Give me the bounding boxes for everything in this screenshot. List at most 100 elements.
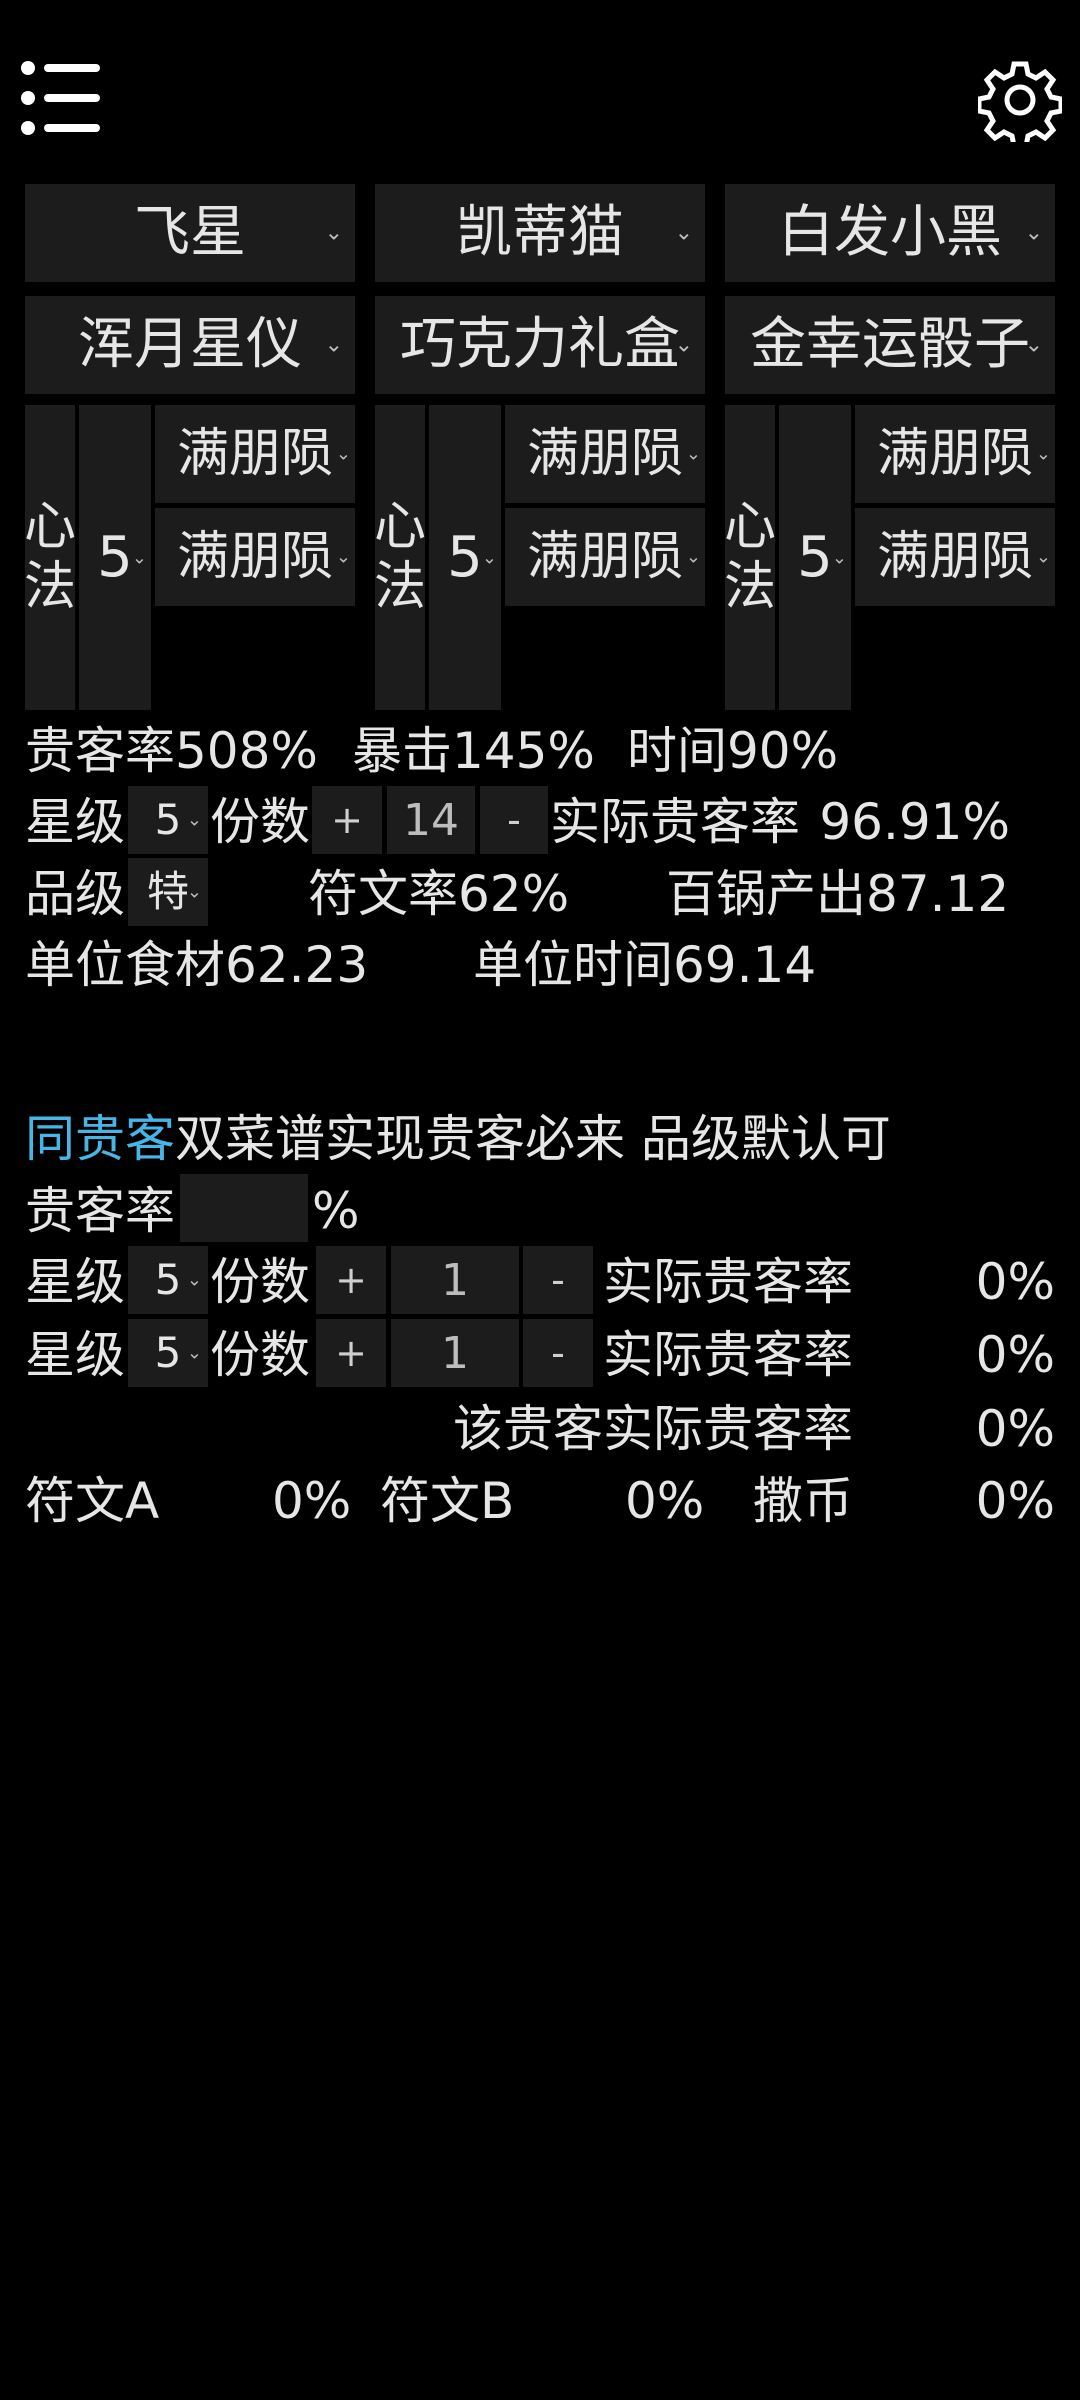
- coin-value: 0%: [975, 1472, 1055, 1530]
- portion-value[interactable]: 1: [391, 1246, 519, 1314]
- chevron-down-icon: ⌄: [335, 546, 351, 568]
- portion-label: 份数: [210, 793, 310, 851]
- chevron-down-icon: ⌄: [186, 1269, 202, 1291]
- portion-minus-button[interactable]: -: [480, 786, 548, 854]
- chevron-down-icon: ⌄: [186, 881, 202, 903]
- portion-plus-button[interactable]: +: [316, 1319, 386, 1387]
- item-select-2[interactable]: 巧克力礼盒 ⌄: [375, 296, 705, 394]
- chevron-down-icon: ⌄: [674, 332, 693, 358]
- chevron-down-icon: ⌄: [674, 220, 693, 246]
- portion-label: 份数: [210, 1326, 310, 1384]
- rune-b-label: 符文B: [380, 1472, 515, 1530]
- skill-select-label: 满朋陨: [876, 424, 1033, 484]
- skill-select[interactable]: 满朋陨 ⌄: [855, 508, 1055, 606]
- xinfa-level-value: 5: [97, 524, 133, 590]
- chef-select-label: 白发小黑: [778, 200, 1002, 265]
- skill-select[interactable]: 满朋陨 ⌄: [155, 405, 355, 503]
- chevron-down-icon: ⌄: [685, 443, 701, 465]
- chevron-down-icon: ⌄: [481, 547, 497, 568]
- star-select[interactable]: 5 ⌄: [128, 786, 208, 854]
- pot-output-text: 百锅产出87.12: [666, 865, 1010, 923]
- chevron-down-icon: ⌄: [324, 332, 343, 358]
- star-label: 星级: [25, 1326, 125, 1384]
- chevron-down-icon: ⌄: [324, 220, 343, 246]
- star-select[interactable]: 5 ⌄: [128, 1246, 208, 1314]
- star-label: 星级: [25, 793, 125, 851]
- chevron-down-icon: ⌄: [335, 443, 351, 465]
- chevron-down-icon: ⌄: [1035, 443, 1051, 465]
- rune-rate-text: 符文率62%: [308, 865, 570, 923]
- grade-label: 品级: [25, 865, 125, 923]
- actual-guest-label: 实际贵客率: [603, 1326, 853, 1384]
- chevron-down-icon: ⌄: [186, 809, 202, 831]
- actual-guest-value: 96.91%: [819, 793, 1010, 851]
- actual-guest-label: 实际贵客率: [603, 1253, 853, 1311]
- star-select-value: 5: [154, 1328, 182, 1377]
- time-text: 时间90%: [627, 722, 839, 780]
- item-select-label: 金幸运骰子: [750, 312, 1030, 377]
- chevron-down-icon: ⌄: [1024, 332, 1043, 358]
- skill-select-label: 满朋陨: [526, 424, 683, 484]
- skill-select[interactable]: 满朋陨 ⌄: [155, 508, 355, 606]
- menu-button[interactable]: [18, 58, 104, 138]
- item-select-label: 巧克力礼盒: [400, 312, 680, 377]
- same-guest-rate-label: 贵客率: [25, 1182, 175, 1240]
- xinfa-level-select[interactable]: 5 ⌄: [79, 405, 151, 710]
- guest-actual-label: 该贵客实际贵客率: [453, 1400, 853, 1458]
- portion-value[interactable]: 14: [387, 786, 475, 854]
- rune-a-value: 0%: [272, 1472, 352, 1530]
- star-select-value: 5: [154, 795, 182, 844]
- chevron-down-icon: ⌄: [186, 1342, 202, 1364]
- actual-guest-label: 实际贵客率: [550, 793, 800, 851]
- guest-rate-text: 贵客率508%: [25, 722, 318, 780]
- item-select-1[interactable]: 浑月星仪 ⌄: [25, 296, 355, 394]
- item-select-3[interactable]: 金幸运骰子 ⌄: [725, 296, 1055, 394]
- portion-plus-button[interactable]: +: [316, 1246, 386, 1314]
- portion-minus-button[interactable]: -: [523, 1319, 593, 1387]
- chevron-down-icon: ⌄: [1035, 546, 1051, 568]
- chef-select-2[interactable]: 凯蒂猫 ⌄: [375, 184, 705, 282]
- chevron-down-icon: ⌄: [1024, 220, 1043, 246]
- chevron-down-icon: ⌄: [131, 547, 147, 568]
- settings-button[interactable]: [976, 58, 1064, 149]
- chevron-down-icon: ⌄: [685, 546, 701, 568]
- skill-select-label: 满朋陨: [176, 527, 333, 587]
- xinfa-label: 心法: [24, 405, 76, 710]
- percent-sign: %: [312, 1182, 360, 1240]
- rune-a-label: 符文A: [25, 1472, 160, 1530]
- skill-select[interactable]: 满朋陨 ⌄: [505, 405, 705, 503]
- chef-select-3[interactable]: 白发小黑 ⌄: [725, 184, 1055, 282]
- actual-guest-value: 0%: [975, 1326, 1055, 1384]
- xinfa-level-select[interactable]: 5 ⌄: [779, 405, 851, 710]
- xinfa-level-value: 5: [797, 524, 833, 590]
- star-select-value: 5: [154, 1255, 182, 1304]
- same-guest-title-rest: 双菜谱实现贵客必来 品级默认可: [175, 1110, 891, 1168]
- xinfa-level-select[interactable]: 5 ⌄: [429, 405, 501, 710]
- star-label: 星级: [25, 1253, 125, 1311]
- xinfa-label: 心法: [724, 405, 776, 710]
- portion-value[interactable]: 1: [391, 1319, 519, 1387]
- grade-select[interactable]: 特 ⌄: [128, 858, 208, 926]
- portion-label: 份数: [210, 1253, 310, 1311]
- actual-guest-value: 0%: [975, 1253, 1055, 1311]
- portion-minus-button[interactable]: -: [523, 1246, 593, 1314]
- chef-select-label: 凯蒂猫: [456, 200, 624, 265]
- skill-select-label: 满朋陨: [176, 424, 333, 484]
- xinfa-level-value: 5: [447, 524, 483, 590]
- chef-select-label: 飞星: [134, 200, 246, 265]
- list-icon: [21, 61, 100, 135]
- coin-label: 撒币: [753, 1472, 853, 1530]
- unit-material-text: 单位食材62.23: [25, 936, 369, 994]
- portion-plus-button[interactable]: +: [312, 786, 382, 854]
- star-select[interactable]: 5 ⌄: [128, 1319, 208, 1387]
- skill-select[interactable]: 满朋陨 ⌄: [505, 508, 705, 606]
- skill-select[interactable]: 满朋陨 ⌄: [855, 405, 1055, 503]
- same-guest-title-accent: 同贵客: [25, 1110, 175, 1168]
- skill-select-label: 满朋陨: [876, 527, 1033, 587]
- unit-time-text: 单位时间69.14: [473, 936, 817, 994]
- gear-icon: [976, 61, 1064, 149]
- skill-select-label: 满朋陨: [526, 527, 683, 587]
- same-guest-rate-input[interactable]: [180, 1174, 308, 1242]
- same-guest-title: 同贵客双菜谱实现贵客必来 品级默认可: [25, 1114, 891, 1164]
- chef-select-1[interactable]: 飞星 ⌄: [25, 184, 355, 282]
